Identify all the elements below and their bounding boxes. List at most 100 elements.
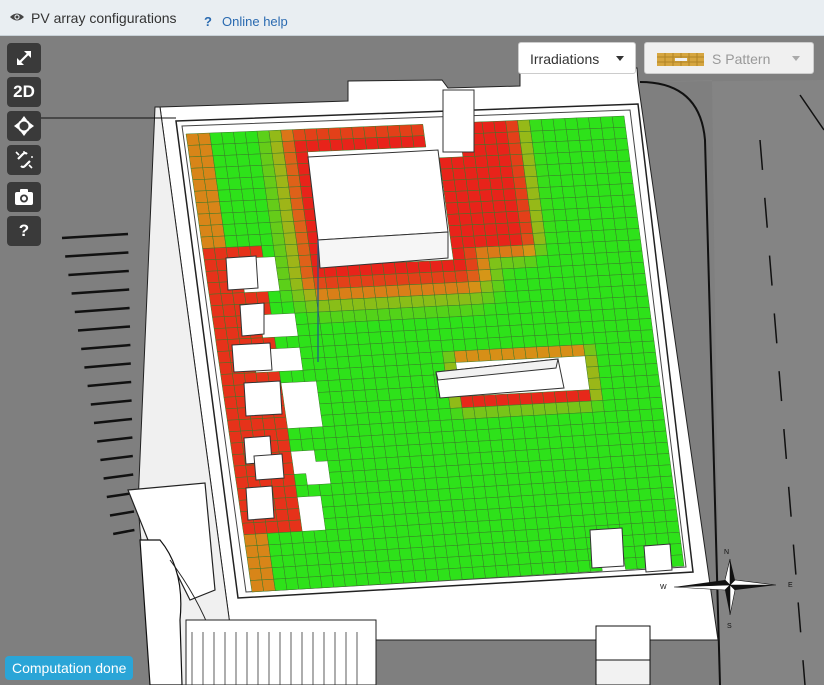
pv-panel[interactable] [473, 235, 488, 248]
pv-panel[interactable] [250, 579, 264, 593]
pv-panel[interactable] [355, 573, 370, 586]
pv-panel[interactable] [560, 265, 575, 278]
pv-panel[interactable] [375, 296, 390, 310]
pv-panel[interactable] [391, 410, 406, 424]
pv-panel[interactable] [462, 498, 477, 511]
pv-panel[interactable] [591, 320, 606, 333]
pv-panel[interactable] [396, 444, 410, 458]
pv-panel[interactable] [489, 177, 504, 190]
pv-panel[interactable] [279, 290, 294, 303]
pv-panel[interactable] [476, 166, 490, 180]
pv-panel[interactable] [418, 523, 433, 537]
pv-panel[interactable] [334, 344, 349, 358]
pv-panel[interactable] [362, 538, 376, 552]
pv-panel[interactable] [385, 285, 400, 298]
pv-panel[interactable] [563, 197, 578, 210]
pv-panel[interactable] [459, 304, 474, 317]
pv-panel[interactable] [413, 398, 428, 411]
pv-panel[interactable] [453, 430, 467, 443]
pv-panel[interactable] [597, 274, 612, 288]
pv-panel[interactable] [420, 363, 435, 376]
pv-panel[interactable] [486, 246, 501, 259]
pv-panel[interactable] [620, 183, 635, 196]
pv-panel[interactable] [285, 163, 300, 176]
pv-panel[interactable] [213, 327, 228, 341]
pv-panel[interactable] [474, 326, 489, 339]
pv-panel[interactable] [399, 467, 414, 481]
pv-panel[interactable] [585, 445, 599, 459]
pv-panel[interactable] [328, 551, 343, 565]
pv-panel[interactable] [285, 577, 299, 591]
pv-panel[interactable] [205, 189, 220, 203]
pv-panel[interactable] [555, 311, 569, 324]
pv-panel[interactable] [267, 290, 282, 304]
pv-panel[interactable] [286, 335, 300, 349]
pv-panel[interactable] [367, 411, 382, 425]
pv-panel[interactable] [422, 294, 437, 308]
pv-panel[interactable] [639, 499, 654, 513]
pv-panel[interactable] [460, 224, 475, 237]
pv-panel[interactable] [318, 311, 332, 324]
pv-panel[interactable] [353, 137, 367, 151]
pv-panel[interactable] [261, 245, 276, 258]
pv-panel[interactable] [283, 566, 298, 579]
pv-panel[interactable] [560, 174, 575, 187]
pv-panel[interactable] [651, 498, 666, 512]
pv-panel[interactable] [277, 439, 292, 453]
pv-panel[interactable] [552, 118, 567, 131]
pv-panel[interactable] [642, 431, 657, 444]
pv-panel[interactable] [503, 279, 518, 292]
pv-panel[interactable] [428, 340, 443, 353]
pv-panel[interactable] [402, 490, 417, 503]
pv-panel[interactable] [493, 291, 507, 304]
pv-panel[interactable] [624, 296, 638, 309]
pv-panel[interactable] [351, 550, 366, 564]
pv-panel[interactable] [366, 320, 381, 333]
pv-panel[interactable] [273, 164, 288, 177]
pv-panel[interactable] [337, 528, 351, 542]
pv-panel[interactable] [559, 515, 574, 529]
pv-panel[interactable] [339, 378, 354, 392]
pv-panel[interactable] [520, 403, 535, 417]
pv-panel[interactable] [523, 164, 538, 178]
pv-panel[interactable] [345, 504, 360, 518]
pv-panel[interactable] [274, 255, 289, 269]
pv-panel[interactable] [271, 233, 286, 246]
pv-panel[interactable] [604, 501, 619, 515]
pv-panel[interactable] [410, 375, 424, 388]
pv-panel[interactable] [613, 127, 628, 140]
pv-panel[interactable] [638, 488, 652, 501]
pv-panel[interactable] [377, 399, 392, 413]
pv-panel[interactable] [296, 576, 311, 590]
pv-panel[interactable] [641, 340, 656, 354]
pv-panel[interactable] [472, 315, 487, 328]
pv-panel[interactable] [584, 264, 599, 277]
pv-panel[interactable] [250, 418, 265, 431]
pv-panel[interactable] [228, 430, 243, 444]
pv-panel[interactable] [666, 520, 680, 534]
pv-panel[interactable] [276, 186, 291, 200]
pv-panel[interactable] [465, 520, 480, 534]
pv-panel[interactable] [194, 190, 208, 203]
pv-panel[interactable] [372, 526, 386, 539]
pv-panel[interactable] [603, 229, 618, 242]
pv-panel[interactable] [400, 135, 415, 149]
pv-panel[interactable] [623, 466, 638, 479]
pv-panel[interactable] [558, 333, 572, 347]
pv-panel[interactable] [552, 288, 566, 301]
pv-panel[interactable] [391, 330, 406, 343]
pv-panel[interactable] [360, 527, 375, 540]
pv-panel[interactable] [272, 486, 286, 499]
pv-panel[interactable] [296, 323, 311, 337]
pv-panel[interactable] [340, 551, 355, 564]
pv-panel[interactable] [389, 399, 404, 412]
pv-panel[interactable] [248, 568, 263, 581]
pv-panel[interactable] [601, 218, 616, 231]
pv-panel[interactable] [583, 434, 598, 448]
pv-panel[interactable] [482, 212, 497, 225]
pv-panel[interactable] [567, 401, 582, 414]
pv-panel[interactable] [299, 427, 313, 440]
pv-panel[interactable] [552, 550, 566, 563]
pv-panel[interactable] [353, 309, 368, 322]
pv-panel[interactable] [433, 545, 448, 559]
